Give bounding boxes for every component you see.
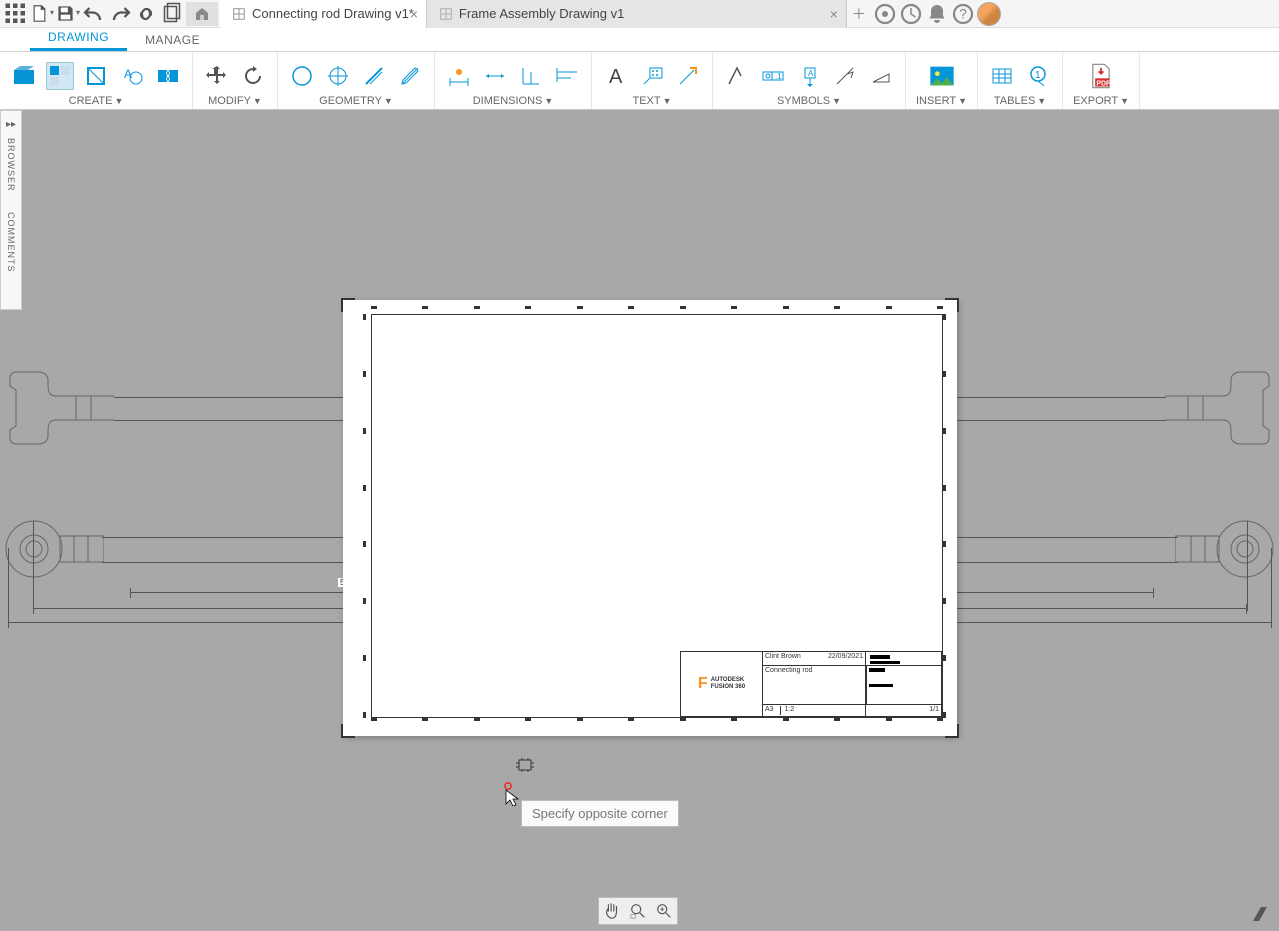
close-tab-icon[interactable]: × bbox=[410, 6, 418, 22]
tab-manage[interactable]: MANAGE bbox=[127, 29, 218, 51]
ribbon-group-insert: INSERT▼ bbox=[906, 52, 978, 109]
new-file-icon[interactable] bbox=[30, 2, 54, 26]
svg-text:PDF: PDF bbox=[1096, 80, 1111, 87]
title-block-sheet: 1/1 bbox=[866, 705, 942, 717]
drawing-fork-right-top bbox=[1163, 368, 1273, 453]
centerline-icon[interactable] bbox=[288, 62, 316, 90]
bell-icon[interactable] bbox=[925, 2, 949, 26]
pdf-export-icon[interactable]: PDF bbox=[1087, 62, 1115, 90]
svg-text:A: A bbox=[124, 67, 132, 81]
base-view-icon[interactable] bbox=[10, 62, 38, 90]
home-tab-icon[interactable] bbox=[186, 2, 218, 26]
help-icon[interactable]: ? bbox=[951, 2, 975, 26]
expand-rail-icon[interactable]: ▸▸ bbox=[6, 119, 16, 130]
svg-text:.1: .1 bbox=[775, 72, 782, 81]
view-nav-bar bbox=[598, 897, 678, 925]
leader-icon[interactable] bbox=[638, 62, 666, 90]
baseline-dim-icon[interactable] bbox=[553, 62, 581, 90]
text-icon[interactable]: A bbox=[602, 62, 630, 90]
zoom-window-icon[interactable] bbox=[627, 900, 649, 922]
command-tooltip: Specify opposite corner bbox=[521, 800, 679, 827]
undo-icon[interactable] bbox=[82, 2, 106, 26]
workspace-tabs: DRAWING MANAGE bbox=[0, 28, 1279, 52]
rotate-icon[interactable] bbox=[239, 62, 267, 90]
browser-panel-label[interactable]: BROWSER bbox=[6, 138, 16, 192]
drawing-canvas[interactable]: ▸▸ BROWSER COMMENTS 550 230 550 1650 172… bbox=[0, 110, 1279, 931]
ribbon-group-create: A CREATE▼ bbox=[0, 52, 193, 109]
quick-access-toolbar: Connecting rod Drawing v1* × Frame Assem… bbox=[0, 0, 1279, 28]
side-rail: ▸▸ BROWSER COMMENTS bbox=[0, 110, 22, 310]
weld-icon[interactable] bbox=[831, 62, 859, 90]
table-icon[interactable] bbox=[988, 62, 1016, 90]
title-block-part: Connecting rod bbox=[763, 666, 866, 705]
ribbon-group-geometry: GEOMETRY▼ bbox=[278, 52, 435, 109]
sheet-frame: FAUTODESKFUSION 360 Clint Brown22/09/202… bbox=[371, 314, 943, 718]
ribbon-group-dimensions: DIMENSIONS▼ bbox=[435, 52, 592, 109]
clock-icon[interactable] bbox=[899, 2, 923, 26]
drawing-eye-right bbox=[1175, 514, 1275, 589]
ribbon: A CREATE▼ MODIFY▼ GEOMETRY▼ DIMENSIONS▼ bbox=[0, 52, 1279, 110]
cursor-icon bbox=[502, 782, 522, 806]
close-tab-icon[interactable]: × bbox=[830, 6, 838, 22]
image-icon[interactable] bbox=[928, 62, 956, 90]
taper-icon[interactable] bbox=[867, 62, 895, 90]
tab-drawing[interactable]: DRAWING bbox=[30, 26, 127, 51]
projected-view-icon[interactable] bbox=[46, 62, 74, 90]
autodesk-logo-icon bbox=[1251, 905, 1269, 923]
ordinate-dim-icon[interactable] bbox=[517, 62, 545, 90]
svg-text:?: ? bbox=[959, 6, 967, 21]
ribbon-group-tables: 1 TABLES▼ bbox=[978, 52, 1063, 109]
title-block-scale: 1:2 bbox=[785, 706, 795, 715]
title-block: FAUTODESKFUSION 360 Clint Brown22/09/202… bbox=[680, 651, 942, 717]
balloon-icon[interactable]: 1 bbox=[1024, 62, 1052, 90]
tab-title: Connecting rod Drawing v1* bbox=[252, 6, 414, 21]
new-tab-icon[interactable]: ＋ bbox=[847, 2, 871, 26]
save-icon[interactable] bbox=[56, 2, 80, 26]
edge-ext-icon[interactable] bbox=[360, 62, 388, 90]
datum-icon[interactable]: A bbox=[795, 62, 823, 90]
svg-text:A: A bbox=[808, 69, 814, 78]
svg-text:1: 1 bbox=[1035, 70, 1041, 81]
sketch-icon[interactable] bbox=[396, 62, 424, 90]
gdt-icon[interactable]: .1 bbox=[759, 62, 787, 90]
surface-icon[interactable] bbox=[723, 62, 751, 90]
comments-panel-label[interactable]: COMMENTS bbox=[6, 212, 16, 273]
redo-icon[interactable] bbox=[108, 2, 132, 26]
extensions-icon[interactable] bbox=[873, 2, 897, 26]
drawing-sheet: FAUTODESKFUSION 360 Clint Brown22/09/202… bbox=[343, 300, 957, 736]
ribbon-group-export: PDF EXPORT▼ bbox=[1063, 52, 1140, 109]
ribbon-group-text: A TEXT▼ bbox=[592, 52, 713, 109]
copy-icon[interactable] bbox=[160, 2, 184, 26]
document-tab-inactive[interactable]: Frame Assembly Drawing v1 × bbox=[427, 0, 847, 28]
document-tab-active[interactable]: Connecting rod Drawing v1* × bbox=[220, 0, 427, 28]
break-view-icon[interactable] bbox=[154, 62, 182, 90]
detail-view-icon[interactable]: A bbox=[118, 62, 146, 90]
title-block-size: A3 bbox=[765, 706, 781, 715]
tab-title: Frame Assembly Drawing v1 bbox=[459, 6, 624, 21]
linear-dim-icon[interactable] bbox=[481, 62, 509, 90]
note-icon[interactable] bbox=[674, 62, 702, 90]
svg-text:A: A bbox=[609, 66, 623, 88]
app-grid-icon[interactable] bbox=[4, 2, 28, 26]
center-mark-icon[interactable] bbox=[324, 62, 352, 90]
ribbon-group-symbols: .1 A SYMBOLS▼ bbox=[713, 52, 906, 109]
link-icon[interactable] bbox=[134, 2, 158, 26]
move-icon[interactable] bbox=[203, 62, 231, 90]
dimension-icon[interactable] bbox=[445, 62, 473, 90]
drawing-eye-left bbox=[4, 514, 104, 589]
section-view-icon[interactable] bbox=[82, 62, 110, 90]
pan-icon[interactable] bbox=[601, 900, 623, 922]
selection-chip-icon bbox=[516, 758, 534, 772]
ribbon-group-modify: MODIFY▼ bbox=[193, 52, 278, 109]
zoom-fit-icon[interactable] bbox=[653, 900, 675, 922]
user-avatar[interactable] bbox=[977, 2, 1001, 26]
drawing-fork-left-top bbox=[6, 368, 116, 453]
